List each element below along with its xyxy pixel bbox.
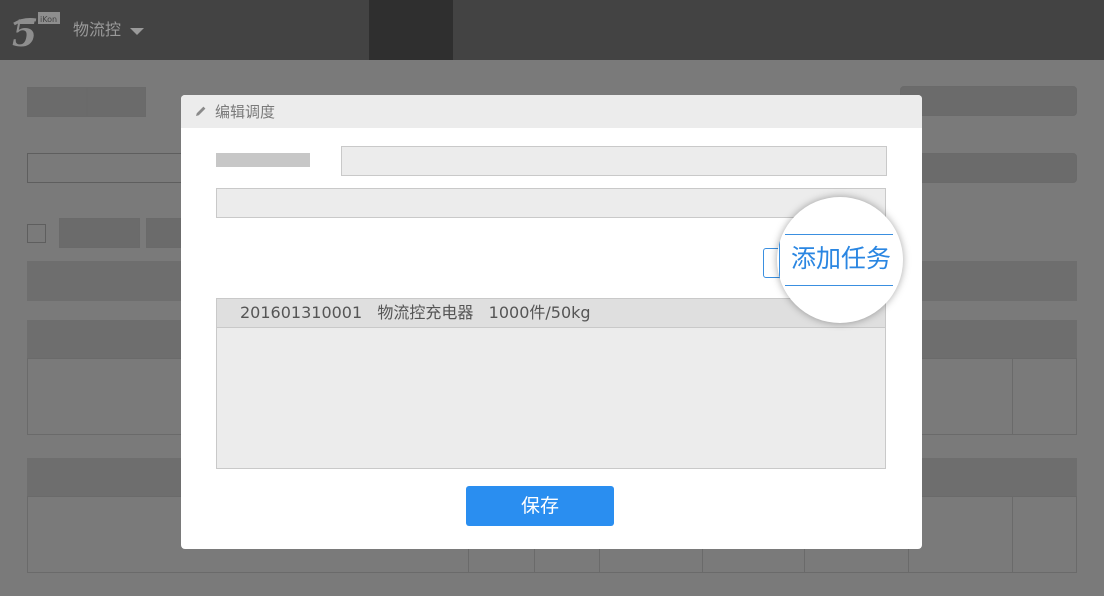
list-item[interactable]: 201601310001 物流控充电器 1000件/50kg (217, 299, 885, 328)
edit-dispatch-dialog: 编辑调度 201601310001 物流控充电器 1000件/50kg 保存 (181, 95, 922, 549)
bg-checkbox (27, 224, 46, 243)
bg-table-cell (703, 549, 805, 573)
svg-text:iKon: iKon (40, 15, 57, 24)
magnified-button-bottom-border (785, 285, 893, 286)
dispatch-input[interactable] (341, 146, 887, 176)
top-tab-active[interactable] (369, 0, 453, 60)
bg-filter-button-1 (59, 218, 140, 248)
task-input[interactable] (216, 188, 886, 218)
magnified-button-top-border (785, 234, 893, 235)
bg-button-1 (27, 87, 87, 117)
logo-5-icon: 5 iKon (12, 12, 60, 50)
dialog-title: 编辑调度 (215, 103, 276, 121)
bg-search-button (900, 153, 1077, 183)
app-switcher-label[interactable]: 物流控 (73, 20, 121, 40)
dialog-header: 编辑调度 (181, 95, 922, 128)
bg-table-cell (805, 549, 909, 573)
bg-search-field (27, 153, 187, 183)
bg-button-right (900, 86, 1077, 116)
task-list: 201601310001 物流控充电器 1000件/50kg (216, 298, 886, 469)
top-navigation-bar: 5 iKon 物流控 (0, 0, 1104, 60)
task-item-text: 201601310001 物流控充电器 1000件/50kg (240, 303, 591, 322)
pencil-icon (196, 106, 206, 116)
bg-table-cell (468, 549, 535, 573)
save-button[interactable]: 保存 (466, 486, 614, 526)
bg-filter-button-2 (146, 218, 186, 248)
add-task-label[interactable]: 添加任务 (791, 243, 891, 275)
field-label-placeholder (216, 153, 310, 167)
bg-table-cell (922, 358, 1013, 435)
magnified-button-left-border (779, 234, 780, 284)
caret-down-icon[interactable] (130, 28, 144, 35)
bg-table-cell (909, 496, 1013, 573)
add-task-magnifier[interactable]: 添加任务 (777, 197, 903, 323)
bg-table-cell (535, 549, 600, 573)
bg-button-2 (87, 87, 146, 117)
bg-table-cell (600, 549, 703, 573)
